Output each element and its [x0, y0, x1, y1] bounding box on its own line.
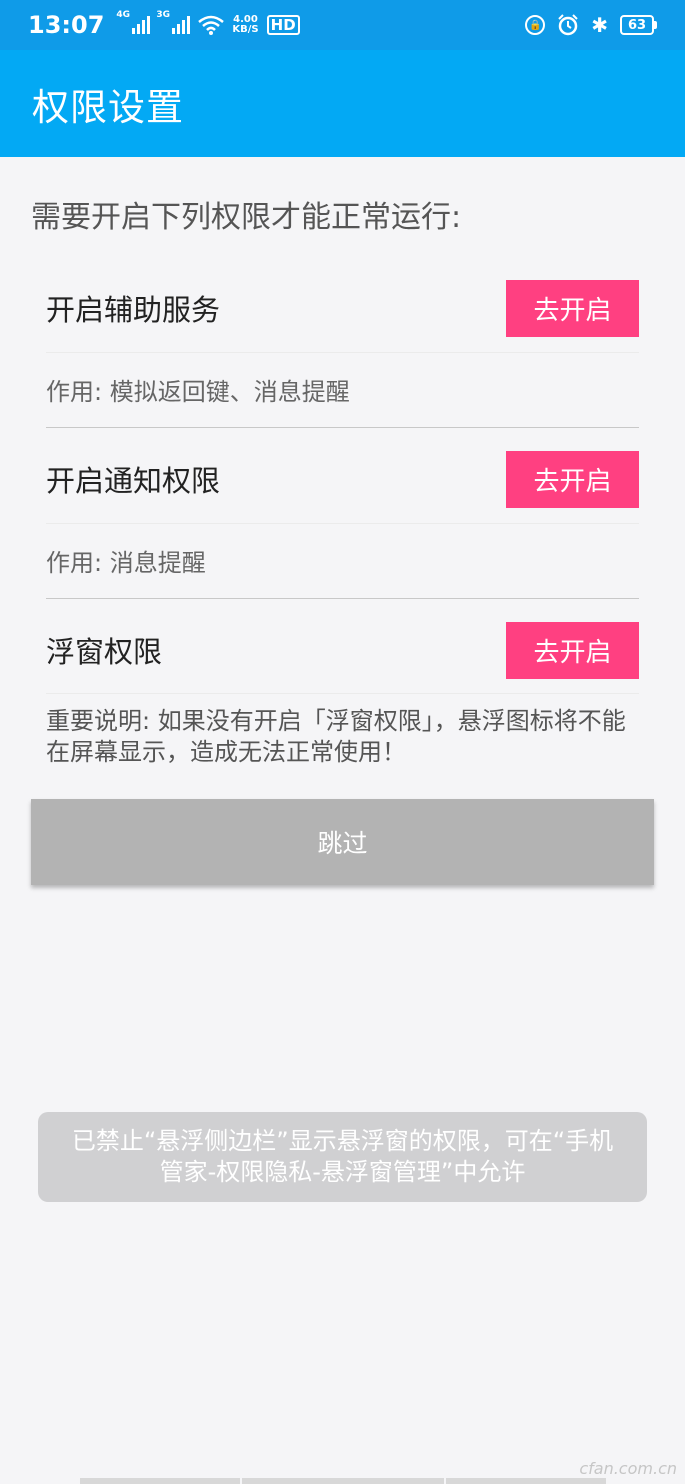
battery-level: 63 [620, 15, 654, 35]
permission-title: 开启通知权限 [46, 464, 221, 498]
permission-title: 开启辅助服务 [46, 293, 221, 327]
divider [46, 352, 639, 353]
nav-bar-segment [242, 1478, 444, 1484]
section-divider [46, 598, 639, 599]
status-time: 13:07 [28, 11, 105, 39]
wifi-icon [198, 15, 225, 35]
status-bar: 13:07 4G 3G 4.00 KB/S HD 🔒 ✱ 63 [0, 0, 685, 50]
permission-title: 浮窗权限 [46, 635, 163, 669]
nav-bar-segment [446, 1478, 606, 1484]
section-divider [46, 427, 639, 428]
signal-3g-icon: 3G [156, 10, 191, 34]
permission-desc: 作用: 模拟返回键、消息提醒 [46, 378, 350, 406]
status-left: 13:07 4G 3G 4.00 KB/S HD [28, 10, 300, 39]
permission-desc: 作用: 消息提醒 [46, 549, 206, 577]
intro-text: 需要开启下列权限才能正常运行: [31, 200, 462, 235]
app-bar: 权限设置 [0, 50, 685, 157]
page-title: 权限设置 [32, 85, 184, 129]
bluetooth-icon: ✱ [591, 13, 608, 37]
divider [46, 523, 639, 524]
enable-notification-button[interactable]: 去开启 [506, 450, 639, 508]
enable-accessibility-button[interactable]: 去开启 [506, 279, 639, 337]
permission-floating-window: 浮窗权限 去开启 [46, 621, 639, 679]
lock-rotation-icon: 🔒 [525, 15, 546, 35]
nav-bar-segment [80, 1478, 240, 1484]
important-note: 重要说明: 如果没有开启「浮窗权限」，悬浮图标将不能在屏幕显示，造成无法正常使用… [46, 707, 626, 766]
alarm-icon [558, 14, 578, 36]
skip-button[interactable]: 跳过 [31, 799, 654, 885]
network-speed: 4.00 KB/S [232, 14, 259, 35]
enable-floating-window-button[interactable]: 去开启 [506, 621, 639, 679]
divider [46, 693, 639, 694]
watermark: cfan.com.cn [579, 1459, 677, 1478]
toast-message: 已禁止“悬浮侧边栏”显示悬浮窗的权限，可在“手机管家-权限隐私-悬浮窗管理”中允… [38, 1112, 647, 1202]
hd-voice-icon: HD [266, 15, 300, 35]
permission-notification: 开启通知权限 去开启 [46, 450, 639, 508]
battery-icon: 63 [620, 15, 657, 35]
permission-accessibility: 开启辅助服务 去开启 [46, 279, 639, 337]
status-right: 🔒 ✱ 63 [525, 13, 657, 37]
signal-4g-icon: 4G [116, 10, 151, 34]
